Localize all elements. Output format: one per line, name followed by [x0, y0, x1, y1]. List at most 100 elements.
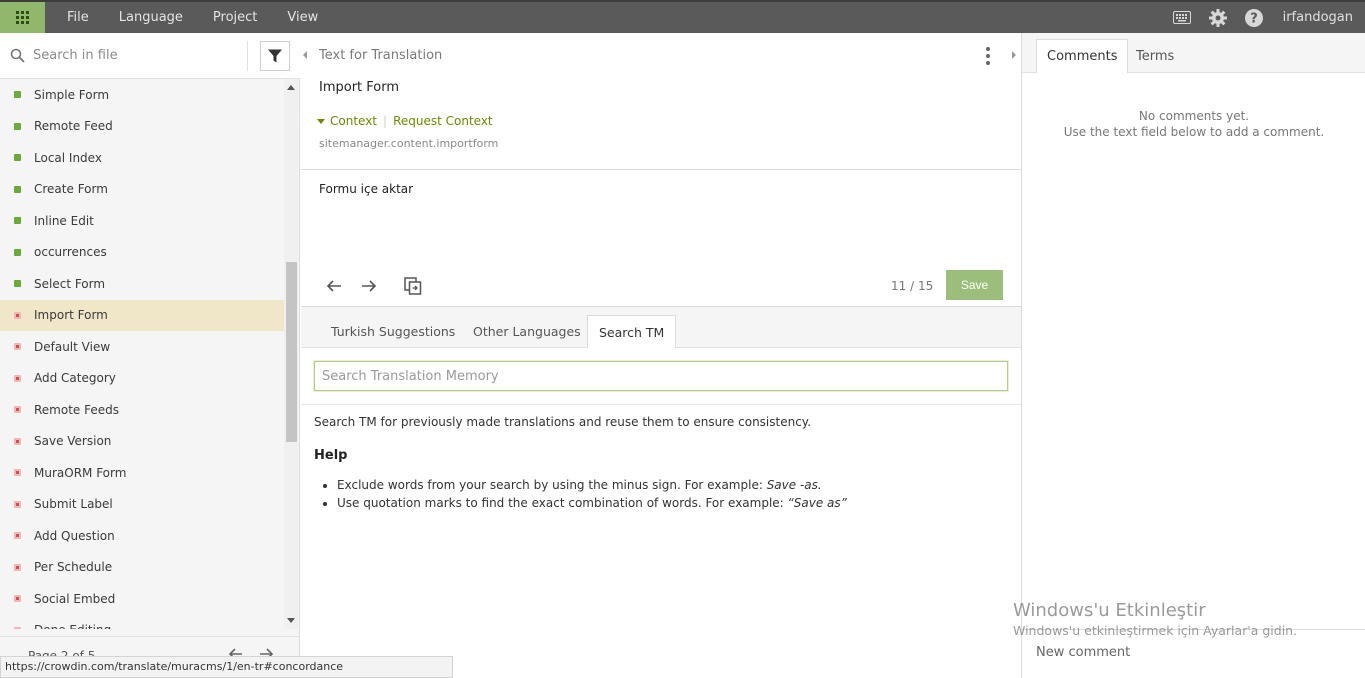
top-bar: File Language Project View ? irfandogan — [0, 0, 1365, 33]
search-bar — [0, 33, 300, 79]
list-item-label: Social Embed — [34, 591, 116, 606]
translation-textarea[interactable]: Formu içe aktar — [319, 182, 413, 196]
list-item-label: Create Form — [34, 182, 108, 197]
search-icon — [10, 48, 25, 63]
list-item-label: Submit Label — [34, 497, 113, 512]
list-item-label: Add Category — [34, 371, 116, 386]
divider — [247, 41, 248, 71]
scroll-up-icon[interactable] — [287, 85, 295, 90]
list-item[interactable]: Done Editing — [0, 615, 284, 629]
untranslated-status-icon — [14, 469, 21, 477]
menu-project[interactable]: Project — [198, 10, 272, 25]
list-item-label: Default View — [34, 339, 111, 354]
comments-panel: Comments Terms No comments yet. Use the … — [1021, 33, 1365, 678]
new-comment-input[interactable] — [1036, 645, 1356, 660]
svg-text:?: ? — [1250, 11, 1258, 26]
user-menu[interactable]: irfandogan — [1283, 10, 1353, 25]
list-item-label: Remote Feeds — [34, 402, 119, 417]
save-button[interactable]: Save — [946, 270, 1003, 300]
list-item[interactable]: Per Schedule — [0, 552, 284, 584]
status-url: https://crowdin.com/translate/muracms/1/… — [0, 656, 453, 678]
collapse-right-icon[interactable] — [1012, 51, 1016, 59]
gear-icon[interactable] — [1207, 7, 1229, 29]
list-item[interactable]: Social Embed — [0, 583, 284, 615]
list-item[interactable]: occurrences — [0, 237, 284, 269]
untranslated-status-icon — [14, 626, 21, 629]
list-item[interactable]: Inline Edit — [0, 205, 284, 237]
list-item-label: Remote Feed — [34, 119, 113, 134]
string-counter: 11 / 15 — [891, 279, 934, 293]
list-item[interactable]: Save Version — [0, 426, 284, 458]
tab-search-tm[interactable]: Search TM — [587, 315, 677, 348]
source-header: Text for Translation — [319, 48, 443, 63]
list-item[interactable]: MuraORM Form — [0, 457, 284, 489]
list-item-label: Done Editing — [34, 623, 111, 629]
list-item[interactable]: Remote Feeds — [0, 394, 284, 426]
editor-panel: Text for Translation Import Form Context… — [301, 33, 1021, 678]
menu-view[interactable]: View — [272, 10, 333, 25]
list-item[interactable]: Create Form — [0, 174, 284, 206]
list-item[interactable]: Submit Label — [0, 489, 284, 521]
scrollbar[interactable] — [284, 79, 298, 629]
suggestions-tabs: Turkish Suggestions Other Languages Sear… — [301, 307, 1021, 348]
collapse-left-icon[interactable] — [303, 51, 307, 59]
tab-comments[interactable]: Comments — [1036, 39, 1129, 73]
list-item[interactable]: Add Category — [0, 363, 284, 395]
string-list: Simple Form Remote Feed Local Index Create … — [0, 79, 284, 629]
untranslated-status-icon — [14, 532, 21, 540]
main-menu: File Language Project View — [52, 2, 333, 33]
untranslated-status-icon — [14, 311, 21, 319]
context-key: sitemanager.content.importform — [319, 137, 499, 150]
scroll-thumb[interactable] — [286, 262, 297, 442]
translated-status-icon — [14, 217, 21, 225]
menu-language[interactable]: Language — [104, 10, 198, 25]
next-string-button[interactable] — [358, 276, 380, 296]
untranslated-status-icon — [14, 595, 21, 603]
apps-grid-icon[interactable] — [0, 2, 45, 33]
no-comments-message: No comments yet. Use the text field belo… — [1063, 109, 1325, 139]
copy-source-button[interactable] — [402, 276, 424, 296]
keyboard-icon[interactable] — [1171, 7, 1193, 29]
translated-status-icon — [14, 248, 21, 256]
list-item-label: MuraORM Form — [34, 465, 127, 480]
search-input[interactable] — [33, 44, 243, 66]
help-list: Exclude words from your search by using … — [337, 476, 847, 512]
list-item-label: Select Form — [34, 276, 106, 291]
list-item[interactable]: Add Question — [0, 520, 284, 552]
caret-down-icon[interactable] — [317, 118, 325, 124]
tab-other-languages[interactable]: Other Languages — [462, 315, 592, 348]
top-right-tools: ? irfandogan — [1171, 2, 1353, 33]
right-tabs: Comments Terms — [1022, 33, 1365, 73]
list-item[interactable]: Local Index — [0, 142, 284, 174]
list-item-label: Add Question — [34, 528, 115, 543]
list-item[interactable]: Import Form — [0, 299, 284, 331]
request-context-link[interactable]: Request Context — [393, 114, 493, 128]
more-options-icon[interactable] — [984, 47, 992, 65]
copy-icon — [404, 277, 422, 295]
untranslated-status-icon — [14, 343, 21, 351]
translated-status-icon — [14, 122, 21, 130]
translated-status-icon — [14, 185, 21, 193]
tm-search-input[interactable] — [314, 361, 1008, 391]
list-item[interactable]: Remote Feed — [0, 111, 284, 143]
list-item[interactable]: Select Form — [0, 268, 284, 300]
context-toggle[interactable]: Context — [330, 114, 377, 128]
untranslated-status-icon — [14, 406, 21, 414]
menu-file[interactable]: File — [52, 10, 104, 25]
tab-turkish-suggestions[interactable]: Turkish Suggestions — [320, 315, 466, 348]
arrow-left-icon — [326, 280, 341, 292]
previous-string-button[interactable] — [323, 276, 345, 296]
list-item[interactable]: Simple Form — [0, 79, 284, 111]
list-item[interactable]: Default View — [0, 331, 284, 363]
editor-toolbar: 11 / 15 Save — [301, 264, 1021, 307]
list-item-label: Simple Form — [34, 87, 110, 102]
file-strings-panel: Simple Form Remote Feed Local Index Create … — [0, 33, 300, 678]
tm-description: Search TM for previously made translatio… — [314, 415, 812, 429]
untranslated-status-icon — [14, 374, 21, 382]
tab-terms[interactable]: Terms — [1126, 39, 1184, 73]
help-item: Exclude words from your search by using … — [337, 476, 847, 494]
filter-button[interactable] — [260, 41, 290, 71]
source-string: Import Form — [319, 80, 400, 95]
help-icon[interactable]: ? — [1243, 7, 1265, 29]
scroll-down-icon[interactable] — [287, 618, 295, 623]
